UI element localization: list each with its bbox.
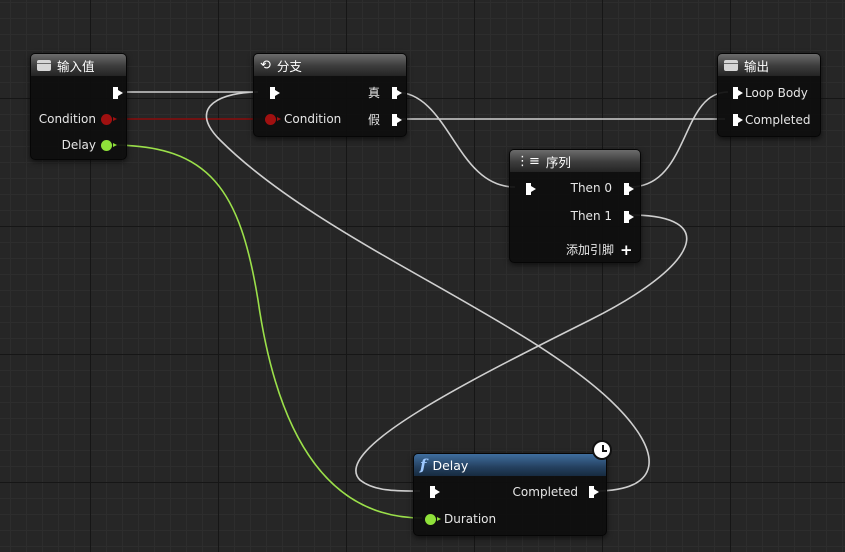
pin-label-loop-body: Loop Body — [745, 86, 808, 100]
pin-label-true: 真 — [367, 86, 380, 100]
node-header[interactable]: 输出 — [718, 54, 820, 76]
loop-body-exec-in-pin[interactable] — [733, 87, 743, 99]
struct-box-icon — [724, 59, 738, 71]
pin-label-then0: Then 0 — [570, 181, 612, 195]
pin-label-duration: Duration — [444, 512, 497, 526]
sequence-node[interactable]: ⋮≡ 序列 Then 0 Then 1 添加引脚 + — [509, 149, 641, 263]
node-title: 分支 — [276, 58, 302, 74]
node-header[interactable]: f Delay — [414, 454, 606, 476]
duration-in-pin[interactable] — [425, 514, 441, 525]
function-icon: f — [420, 456, 427, 474]
branch-icon: ⟲ — [260, 57, 271, 73]
exec-in-pin[interactable] — [526, 183, 536, 195]
plus-icon[interactable]: + — [620, 243, 633, 258]
wire-then0-to-loopbody[interactable] — [629, 91, 729, 188]
node-header[interactable]: 输入值 — [31, 54, 126, 76]
pin-label-delay: Delay — [61, 138, 96, 152]
float-out-pin[interactable] — [101, 140, 117, 151]
add-pin-button[interactable]: 添加引脚 — [566, 243, 614, 257]
node-title: 序列 — [545, 154, 571, 170]
pin-label-completed: Completed — [745, 113, 811, 127]
pin-label-false: 假 — [367, 113, 380, 127]
pin-label-then1: Then 1 — [570, 209, 612, 223]
node-title: 输出 — [744, 58, 770, 74]
node-title: Delay — [432, 457, 469, 473]
node-header[interactable]: ⋮≡ 序列 — [510, 150, 640, 172]
completed-exec-in-pin[interactable] — [733, 114, 743, 126]
pin-label-condition: Condition — [38, 112, 96, 126]
exec-in-pin[interactable] — [430, 486, 440, 498]
exec-out-pin[interactable] — [113, 87, 123, 99]
wire-delay-duration[interactable] — [111, 144, 423, 519]
bool-in-pin[interactable] — [265, 114, 281, 125]
then1-exec-out-pin[interactable] — [624, 211, 634, 223]
pin-label-condition: Condition — [284, 112, 342, 126]
input-values-node[interactable]: 输入值 Condition Delay — [30, 53, 127, 160]
then0-exec-out-pin[interactable] — [624, 183, 634, 195]
wire-true-to-sequence[interactable] — [394, 91, 516, 188]
pin-label-completed: Completed — [512, 485, 578, 499]
output-node[interactable]: 输出 Loop Body Completed — [717, 53, 821, 137]
sequence-icon: ⋮≡ — [516, 153, 540, 169]
false-exec-out-pin[interactable] — [392, 114, 402, 126]
clock-icon — [592, 440, 612, 460]
branch-node[interactable]: ⟲ 分支 真 Condition 假 — [253, 53, 407, 137]
node-header[interactable]: ⟲ 分支 — [254, 54, 406, 76]
true-exec-out-pin[interactable] — [392, 87, 402, 99]
bool-out-pin[interactable] — [101, 114, 117, 125]
completed-exec-out-pin[interactable] — [589, 486, 599, 498]
node-title: 输入值 — [57, 58, 95, 74]
exec-in-pin[interactable] — [270, 87, 280, 99]
delay-node[interactable]: f Delay Completed Duration — [413, 453, 607, 536]
struct-box-icon — [37, 59, 51, 71]
